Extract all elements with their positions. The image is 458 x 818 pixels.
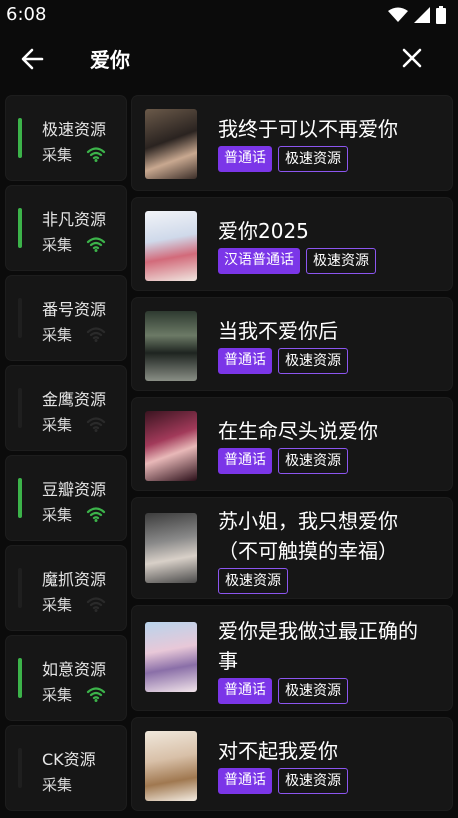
source-sub: 采集 (42, 146, 73, 164)
tag-row: 普通话 极速资源 (218, 448, 348, 474)
source-sub: 采集 (42, 326, 73, 344)
source-name: 金鹰资源 (42, 390, 107, 409)
wifi-icon (86, 147, 106, 162)
source-item[interactable]: 番号资源 采集 (6, 276, 126, 360)
source-sub: 采集 (42, 686, 73, 704)
poster-image (145, 311, 197, 381)
result-card[interactable]: 我终于可以不再爱你 普通话 极速资源 (132, 96, 452, 190)
tag-row: 汉语普通话 极速资源 (218, 248, 376, 274)
wifi-icon (86, 327, 106, 342)
result-card[interactable]: 爱你是我做过最正确的 事 普通话 极速资源 (132, 606, 452, 710)
tag-row: 普通话 极速资源 (218, 146, 348, 172)
poster-image (145, 731, 197, 801)
source-indicator (18, 208, 22, 248)
source-item[interactable]: 魔抓资源 采集 (6, 546, 126, 630)
source-name: 豆瓣资源 (42, 480, 107, 499)
wifi-icon (86, 597, 106, 612)
source-name: 魔抓资源 (42, 570, 107, 589)
poster-image (145, 513, 197, 583)
tag-row: 普通话 极速资源 (218, 768, 348, 794)
language-tag: 普通话 (218, 678, 272, 704)
tag-row: 极速资源 (218, 568, 288, 594)
source-item[interactable]: 豆瓣资源 采集 (6, 456, 126, 540)
page-title: 爱你 (90, 48, 130, 72)
signal-icon (414, 7, 430, 23)
close-icon (402, 48, 422, 68)
source-name: 非凡资源 (42, 210, 107, 229)
language-tag: 普通话 (218, 448, 272, 474)
close-button[interactable] (400, 46, 424, 70)
result-title: 对不起我爱你 (218, 739, 338, 763)
source-indicator (18, 388, 22, 428)
source-item[interactable]: 极速资源 采集 (6, 96, 126, 180)
source-name: 番号资源 (42, 300, 107, 319)
result-title-line1: 苏小姐，我只想爱你 (218, 509, 398, 533)
poster-image (145, 109, 197, 179)
source-tag: 极速资源 (278, 768, 348, 794)
language-tag: 普通话 (218, 768, 272, 794)
source-name: 极速资源 (42, 120, 107, 139)
source-item[interactable]: 非凡资源 采集 (6, 186, 126, 270)
wifi-status-icon (388, 7, 408, 22)
language-tag: 汉语普通话 (218, 248, 300, 274)
battery-icon (436, 6, 446, 24)
result-card[interactable]: 在生命尽头说爱你 普通话 极速资源 (132, 398, 452, 490)
language-tag: 普通话 (218, 146, 272, 172)
source-name: 如意资源 (42, 660, 107, 679)
result-title: 在生命尽头说爱你 (218, 419, 378, 443)
source-tag: 极速资源 (278, 448, 348, 474)
poster-image (145, 622, 197, 692)
status-icons (388, 6, 446, 24)
result-title: 我终于可以不再爱你 (218, 117, 398, 141)
source-tag: 极速资源 (278, 146, 348, 172)
source-item[interactable]: 如意资源 采集 (6, 636, 126, 720)
back-button[interactable] (18, 44, 48, 74)
result-card[interactable]: 苏小姐，我只想爱你 （不可触摸的幸福） 极速资源 (132, 498, 452, 598)
source-sub: 采集 (42, 506, 73, 524)
arrow-left-icon (21, 48, 44, 70)
source-tag: 极速资源 (306, 248, 376, 274)
result-card[interactable]: 当我不爱你后 普通话 极速资源 (132, 298, 452, 390)
result-card[interactable]: 爱你2025 汉语普通话 极速资源 (132, 198, 452, 290)
tag-row: 普通话 极速资源 (218, 348, 348, 374)
result-title: 爱你2025 (218, 219, 309, 243)
wifi-icon (86, 687, 106, 702)
source-indicator (18, 118, 22, 158)
status-time: 6:08 (6, 4, 47, 25)
result-title: 当我不爱你后 (218, 319, 338, 343)
result-title-line1: 爱你是我做过最正确的 (218, 619, 418, 643)
status-bar: 6:08 (0, 0, 458, 30)
wifi-icon (86, 507, 106, 522)
source-tag: 极速资源 (278, 348, 348, 374)
source-indicator (18, 568, 22, 608)
wifi-icon (86, 417, 106, 432)
tag-row: 普通话 极速资源 (218, 678, 348, 704)
app-bar: 爱你 (0, 30, 458, 88)
source-sub: 采集 (42, 776, 73, 794)
source-sub: 采集 (42, 416, 73, 434)
source-tag: 极速资源 (278, 678, 348, 704)
source-sub: 采集 (42, 596, 73, 614)
result-list: 我终于可以不再爱你 普通话 极速资源 爱你2025 汉语普通话 极速资源 当我不… (132, 96, 452, 818)
source-indicator (18, 748, 22, 788)
result-title-line2: （不可触摸的幸福） (218, 539, 398, 563)
language-tag: 普通话 (218, 348, 272, 374)
poster-image (145, 411, 197, 481)
source-indicator (18, 658, 22, 698)
source-indicator (18, 298, 22, 338)
source-sub: 采集 (42, 236, 73, 254)
source-tag: 极速资源 (218, 568, 288, 594)
wifi-icon (86, 237, 106, 252)
result-title-line2: 事 (218, 649, 238, 673)
poster-image (145, 211, 197, 281)
source-indicator (18, 478, 22, 518)
source-sidebar: 极速资源 采集 非凡资源 采集 番号资源 采集 金鹰资源 采集 豆瓣资源 采集 … (6, 96, 126, 816)
result-card[interactable]: 对不起我爱你 普通话 极速资源 (132, 718, 452, 810)
source-name: CK资源 (42, 750, 96, 769)
source-item[interactable]: 金鹰资源 采集 (6, 366, 126, 450)
source-item[interactable]: CK资源 采集 (6, 726, 126, 810)
